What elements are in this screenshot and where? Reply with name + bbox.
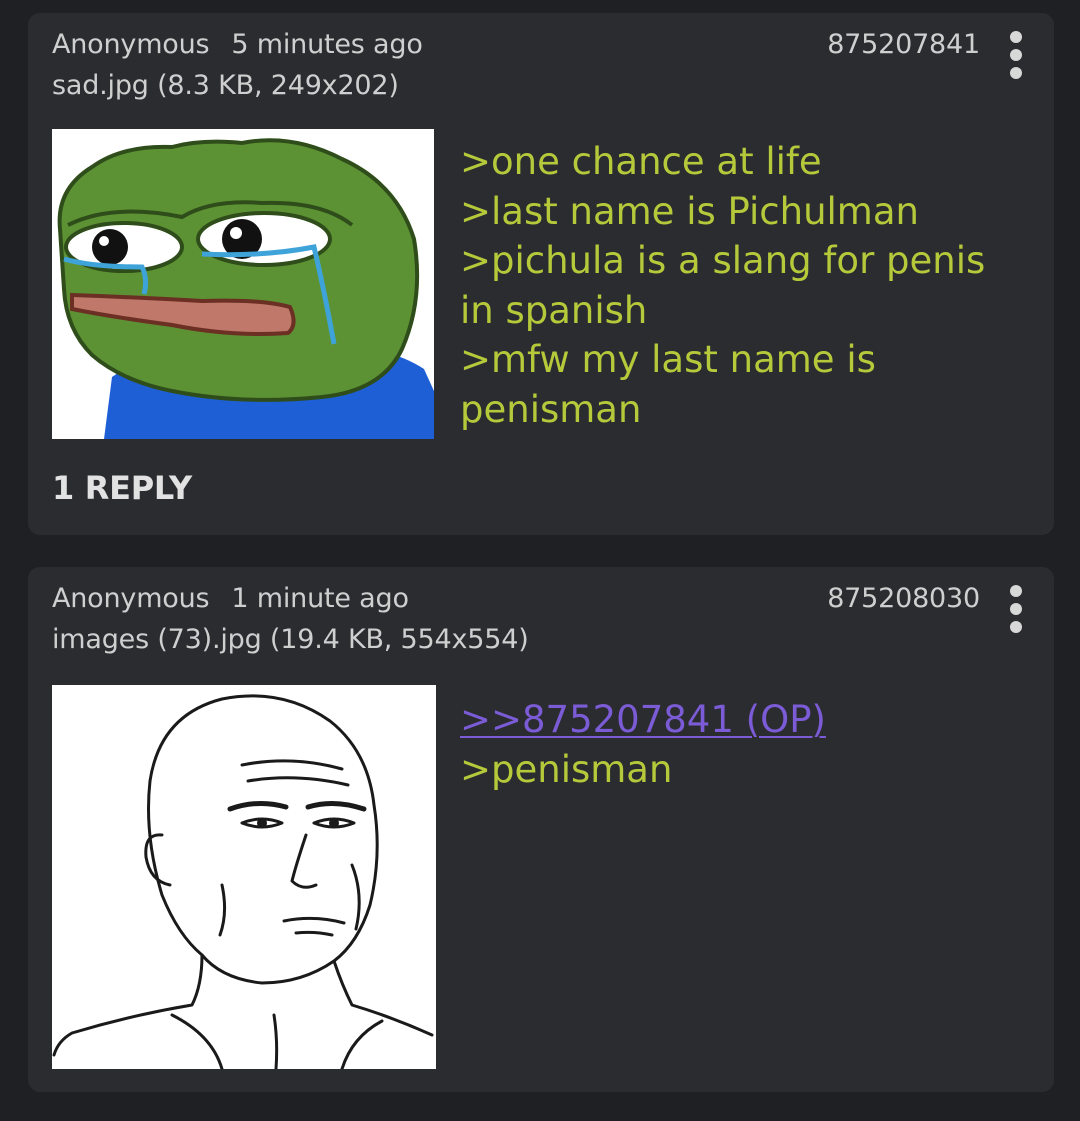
replies-button[interactable]: 1 REPLY bbox=[52, 469, 192, 507]
greentext-line: >penisman bbox=[460, 747, 673, 791]
more-options-button[interactable] bbox=[1006, 31, 1026, 79]
thread-view: Anonymous 5 minutes ago sad.jpg (8.3 KB, … bbox=[0, 0, 1080, 1121]
post-image-thumbnail[interactable] bbox=[52, 685, 436, 1069]
greentext-line: >last name is Pichulman bbox=[460, 189, 919, 233]
post-card: Anonymous 5 minutes ago sad.jpg (8.3 KB, … bbox=[28, 13, 1054, 535]
post-time: 5 minutes ago bbox=[231, 29, 423, 60]
more-vert-icon bbox=[1010, 585, 1022, 597]
greentext-line: >pichula is a slang for penis in spanish bbox=[460, 239, 986, 332]
post-comment: >>875207841 (OP) >penisman bbox=[460, 695, 1030, 794]
greentext-line: >one chance at life bbox=[460, 140, 822, 183]
more-options-button[interactable] bbox=[1006, 585, 1026, 633]
greentext-line: >mfw my last name is penisman bbox=[460, 338, 876, 431]
poster-name: Anonymous bbox=[52, 583, 210, 614]
post-time: 1 minute ago bbox=[231, 583, 409, 614]
quote-backlink[interactable]: >>875207841 (OP) bbox=[460, 695, 1030, 745]
post-image-thumbnail[interactable] bbox=[52, 129, 434, 439]
post-comment: >one chance at life >last name is Pichul… bbox=[460, 137, 1030, 434]
post-header: Anonymous 5 minutes ago bbox=[52, 29, 423, 60]
wojak-face-image bbox=[52, 685, 436, 1069]
post-card: Anonymous 1 minute ago images (73).jpg (1… bbox=[28, 567, 1054, 1092]
poster-name: Anonymous bbox=[52, 29, 210, 60]
file-info[interactable]: images (73).jpg (19.4 KB, 554x554) bbox=[52, 624, 529, 655]
post-header: Anonymous 1 minute ago bbox=[52, 583, 409, 614]
more-vert-icon bbox=[1010, 31, 1022, 43]
post-number[interactable]: 875208030 bbox=[827, 583, 980, 614]
file-info[interactable]: sad.jpg (8.3 KB, 249x202) bbox=[52, 70, 399, 101]
crying-frog-image bbox=[52, 129, 434, 439]
post-number[interactable]: 875207841 bbox=[827, 29, 980, 60]
